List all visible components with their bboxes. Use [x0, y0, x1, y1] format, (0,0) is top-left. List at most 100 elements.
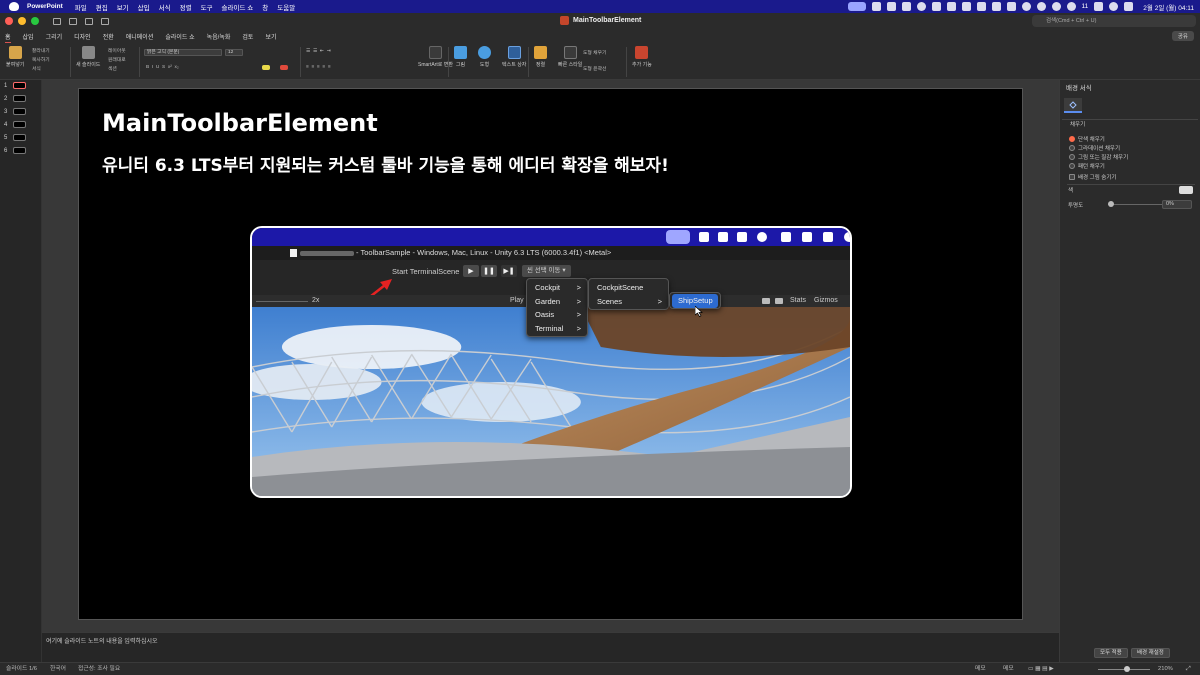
format-painter-button[interactable]: 서식 — [32, 65, 41, 72]
save-icon[interactable] — [69, 17, 77, 25]
menu-item-garden[interactable]: Garden > — [527, 295, 587, 309]
input-source-icon[interactable] — [1066, 2, 1076, 11]
aspect-icon[interactable] — [775, 298, 783, 304]
tab-slideshow[interactable]: 슬라이드 쇼 — [165, 32, 194, 41]
reset-button[interactable]: 원래대로 — [108, 56, 126, 63]
control-center-icon[interactable] — [1124, 2, 1134, 11]
bolt-icon[interactable] — [1006, 2, 1016, 11]
menu-help[interactable]: 도움말 — [277, 2, 295, 12]
comments-toggle[interactable]: 메모 — [1003, 663, 1014, 675]
cut-button[interactable]: 잘라내기 — [32, 47, 50, 54]
tab-record[interactable]: 녹음/녹화 — [207, 32, 231, 41]
notion-icon[interactable] — [901, 2, 911, 11]
tab-view[interactable]: 보기 — [265, 32, 276, 41]
font-color-icon[interactable] — [280, 65, 288, 70]
accessibility-status[interactable]: 접근성: 조사 필요 — [78, 663, 120, 675]
font-size-select[interactable]: 12 — [225, 49, 243, 56]
radio-gradient-fill[interactable]: 그라데이션 채우기 — [1069, 144, 1120, 152]
tab-insert[interactable]: 삽입 — [23, 32, 34, 41]
notes-input[interactable]: 여기에 슬라이드 노트의 내용을 입력하십시오 — [42, 632, 1059, 662]
notes-toggle[interactable]: 메모 — [975, 663, 986, 675]
battery-app-icon[interactable] — [991, 2, 1001, 11]
new-slide-button[interactable]: 새 슬라이드 — [76, 46, 100, 68]
menu-insert[interactable]: 삽입 — [138, 2, 150, 12]
language-status[interactable]: 한국어 — [50, 663, 66, 675]
share-button[interactable]: 공유 — [1171, 31, 1194, 41]
textbox-button[interactable]: 텍스트 상자 — [502, 46, 526, 68]
view-buttons[interactable]: ▭ ▦ ▤ ▶ — [1028, 663, 1054, 675]
thumbnail-1[interactable]: 1 — [4, 82, 26, 89]
slide-title[interactable]: MainToolbarElement — [102, 109, 378, 137]
addins-button[interactable]: 추가 기능 — [632, 46, 652, 68]
redo-icon[interactable] — [101, 17, 109, 25]
home-icon[interactable] — [53, 17, 61, 25]
paste-button[interactable]: 붙여넣기 — [6, 46, 24, 68]
step-button[interactable]: ▶❚ — [501, 265, 517, 277]
tab-transitions[interactable]: 전환 — [103, 32, 114, 41]
close-window-button[interactable] — [5, 17, 13, 25]
tab-design[interactable]: 디자인 — [74, 32, 91, 41]
record-icon[interactable] — [916, 2, 926, 11]
arrange-button[interactable]: 정렬 — [534, 46, 547, 68]
highlight-color-icon[interactable] — [262, 65, 270, 70]
scene-select-dropdown[interactable]: 씬 선택 이동 ▾ — [522, 265, 571, 277]
align-buttons[interactable]: ≡ ≡ ≡ ≡ ≡ — [306, 65, 331, 70]
transparency-slider-knob[interactable] — [1108, 201, 1114, 207]
slide[interactable]: MainToolbarElement 유니티 6.3 LTS부터 지원되는 커스… — [78, 88, 1023, 620]
tab-review[interactable]: 검토 — [242, 32, 253, 41]
radio-solid-fill[interactable]: 단색 채우기 — [1069, 135, 1105, 143]
wifi-icon[interactable] — [1094, 2, 1104, 11]
shape-outline-button[interactable]: 도형 윤곽선 — [583, 65, 606, 72]
section-button[interactable]: 섹션 — [108, 65, 117, 72]
fill-section-header[interactable]: 채우기 — [1062, 119, 1198, 129]
copy-button[interactable]: 복사하기 — [32, 56, 50, 63]
search-icon[interactable] — [1109, 2, 1119, 11]
menu-arrange[interactable]: 정렬 — [180, 2, 192, 12]
tab-animations[interactable]: 애니메이션 — [126, 32, 154, 41]
pause-button[interactable]: ❚❚ — [481, 265, 497, 277]
message-icon[interactable] — [1021, 2, 1031, 11]
scale-slider[interactable] — [256, 301, 308, 302]
play-circle-icon[interactable] — [1051, 2, 1061, 11]
zoom-window-button[interactable] — [31, 17, 39, 25]
app-menu[interactable]: PowerPoint — [27, 3, 63, 10]
fit-to-window-icon[interactable]: ⤢ — [1186, 663, 1191, 675]
zoom-slider-knob[interactable] — [1124, 666, 1130, 672]
zoom-level[interactable]: 210% — [1158, 663, 1173, 675]
radio-picture-fill[interactable]: 그림 또는 질감 채우기 — [1069, 153, 1128, 161]
thumbnail-6[interactable]: 6 — [4, 147, 26, 154]
font-name-select[interactable]: 맑은 고딕 (본문) — [144, 49, 222, 56]
shape-fill-button[interactable]: 도형 채우기 — [583, 49, 606, 56]
embedded-screenshot[interactable]: - ToolbarSample - Windows, Mac, Linux - … — [250, 226, 852, 498]
thumbnail-5[interactable]: 5 — [4, 134, 26, 141]
transparency-input[interactable]: 0% — [1162, 200, 1192, 209]
menu-tools[interactable]: 도구 — [201, 2, 213, 12]
layout-button[interactable]: 레이아웃 — [108, 47, 126, 54]
menu-window[interactable]: 창 — [262, 2, 268, 12]
play-button[interactable]: ▶ — [463, 265, 479, 277]
shield-icon[interactable] — [961, 2, 971, 11]
menu-format[interactable]: 서식 — [159, 2, 171, 12]
font-style-buttons[interactable]: B I U S x² x₂ — [146, 65, 179, 70]
screen-share-icon[interactable] — [847, 2, 866, 11]
minimize-window-button[interactable] — [18, 17, 26, 25]
reset-background-button[interactable]: 배경 재설정 — [1131, 648, 1170, 658]
tab-home[interactable]: 홈 — [5, 32, 11, 44]
stats-toggle[interactable]: Stats — [790, 297, 806, 304]
transparency-slider[interactable] — [1108, 204, 1168, 205]
cube-icon[interactable] — [931, 2, 941, 11]
apply-all-button[interactable]: 모두 적용 — [1094, 648, 1128, 658]
menu-item-cockpit[interactable]: Cockpit > — [527, 281, 587, 295]
quick-styles-button[interactable]: 빠른 스타일 — [558, 46, 582, 68]
shapes-button[interactable]: 도형 — [478, 46, 491, 68]
fill-tab[interactable] — [1064, 98, 1082, 113]
start-terminalscene-button[interactable]: Start TerminalScene — [392, 267, 459, 276]
color-picker-button[interactable] — [1179, 186, 1193, 194]
gizmos-dropdown[interactable]: Gizmos — [814, 297, 838, 304]
menu-edit[interactable]: 편집 — [96, 2, 108, 12]
menu-view[interactable]: 보기 — [117, 2, 129, 12]
hide-background-checkbox[interactable]: 배경 그림 숨기기 — [1069, 173, 1116, 181]
slide-subtitle[interactable]: 유니티 6.3 LTS부터 지원되는 커스텀 툴바 기능을 통해 에디터 확장을… — [102, 151, 669, 176]
clock[interactable]: 2월 2일 (월) 04:11 — [1143, 2, 1194, 12]
pen-icon[interactable] — [871, 2, 881, 11]
